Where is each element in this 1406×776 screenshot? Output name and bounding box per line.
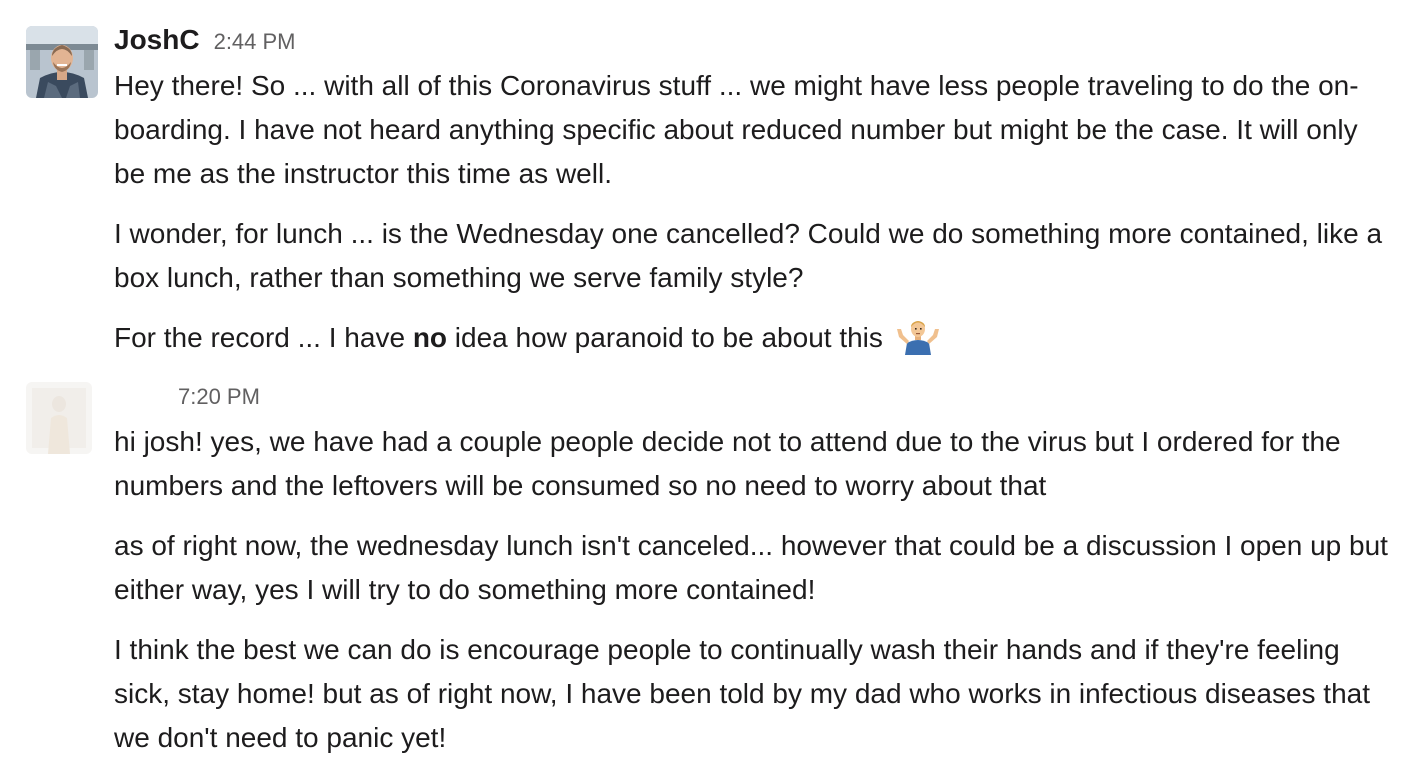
avatar[interactable] <box>26 382 92 454</box>
avatar-joshc-image <box>26 26 98 98</box>
message-paragraph: as of right now, the wednesday lunch isn… <box>114 530 1388 605</box>
text-segment: For the record ... I have <box>114 322 413 353</box>
username[interactable]: JoshC <box>114 24 200 56</box>
message-paragraph: hi josh! yes, we have had a couple peopl… <box>114 426 1341 501</box>
message-paragraph: For the record ... I have no idea how pa… <box>114 316 1392 360</box>
message-header: JoshC 2:44 PM <box>114 24 296 56</box>
message-paragraph: Hey there! So ... with all of this Coron… <box>114 70 1359 189</box>
bold-text: no <box>412 322 448 353</box>
avatar[interactable] <box>26 26 98 98</box>
message-body: Hey there! So ... with all of this Coron… <box>114 64 1392 376</box>
timestamp[interactable]: 2:44 PM <box>214 29 296 55</box>
message-body: hi josh! yes, we have had a couple peopl… <box>114 420 1392 776</box>
text-segment: idea how paranoid to be about this <box>447 322 883 353</box>
timestamp[interactable]: 7:20 PM <box>178 384 260 410</box>
message-paragraph: I think the best we can do is encourage … <box>114 634 1370 753</box>
message-paragraph: I wonder, for lunch ... is the Wednesday… <box>114 218 1383 293</box>
person-shrugging-icon[interactable] <box>895 317 941 355</box>
avatar-faded-image <box>26 382 92 454</box>
message-header: 7:20 PM <box>178 384 260 410</box>
